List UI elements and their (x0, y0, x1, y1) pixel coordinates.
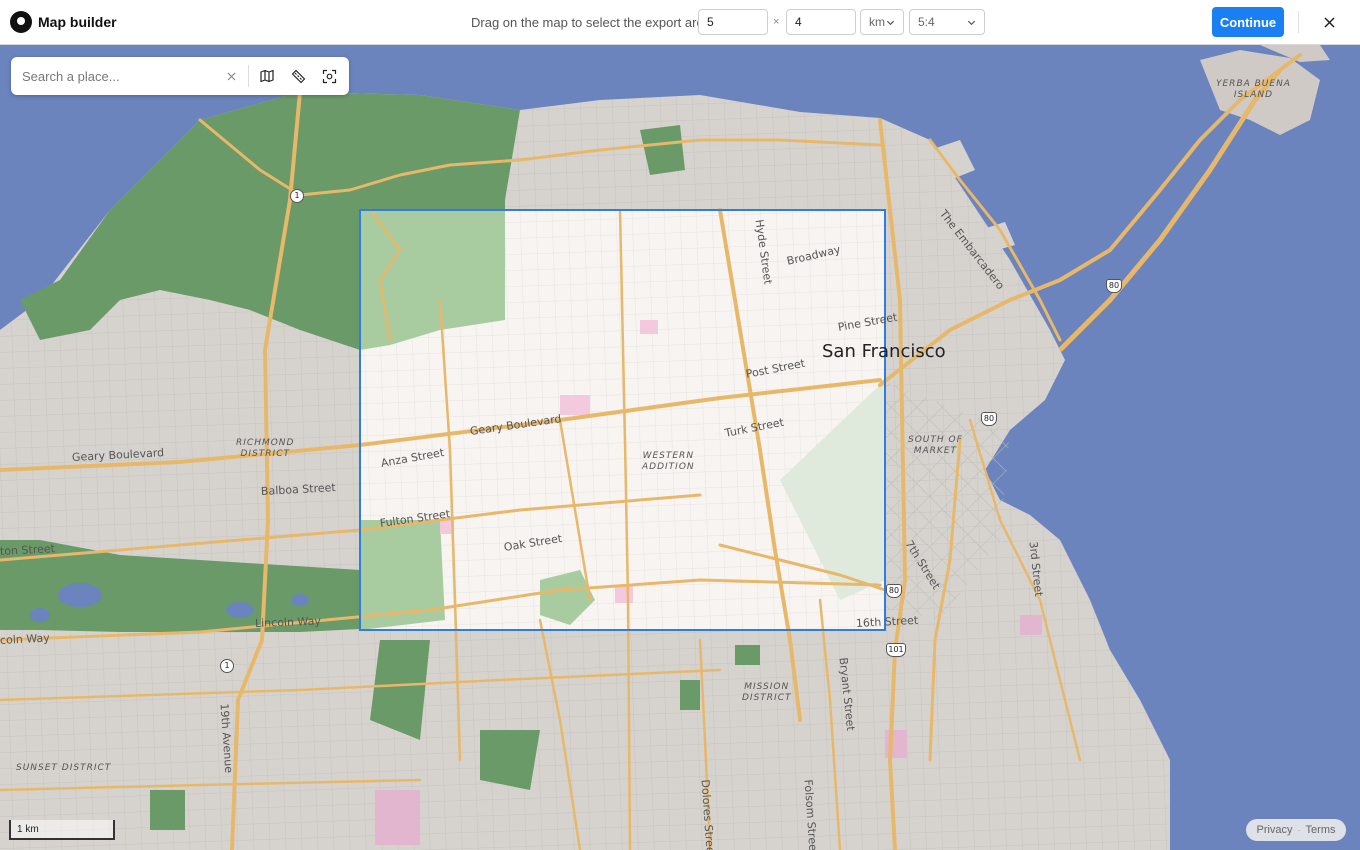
city-label: San Francisco (822, 341, 946, 362)
map-style-icon (260, 69, 274, 83)
interstate-80-shield-icon: 80 (981, 412, 997, 426)
toolbar-divider (248, 65, 249, 87)
chevron-down-icon (967, 20, 976, 25)
fit-selection-button[interactable] (319, 66, 339, 86)
height-input[interactable] (786, 9, 856, 35)
street-label: Lincoln Way (254, 614, 322, 630)
continue-button[interactable]: Continue (1212, 7, 1284, 37)
district-label: SOUTH OF MARKET (908, 435, 963, 457)
highway-1-shield-icon: 1 (290, 189, 304, 203)
district-label-line: MISSION (744, 682, 790, 692)
district-label: RICHMOND DISTRICT (236, 438, 294, 460)
district-label: WESTERN ADDITION (642, 451, 695, 473)
app-logo-icon (10, 11, 32, 33)
district-label: SUNSET DISTRICT (16, 763, 111, 774)
link-separator: · (1297, 825, 1301, 835)
district-label-line: SOUTH OF (908, 435, 963, 445)
district-label: MISSION DISTRICT (742, 682, 791, 704)
close-icon (1323, 16, 1335, 28)
unit-select[interactable]: km (860, 9, 904, 35)
attribution-links: Privacy · Terms (1246, 819, 1346, 841)
close-button[interactable] (1318, 11, 1340, 33)
fit-selection-icon (322, 69, 336, 83)
us-101-shield-icon: 101 (886, 643, 906, 657)
district-label-line: YERBA BUENA (1216, 79, 1291, 89)
aspect-ratio-select[interactable]: 5:4 (909, 9, 985, 35)
map-canvas[interactable]: Geary Boulevard Geary Boulevard Balboa S… (0, 45, 1360, 850)
measure-button[interactable] (288, 66, 308, 86)
interstate-80-shield-icon: 80 (886, 584, 902, 598)
unit-select-value: km (869, 15, 885, 29)
times-symbol: × (773, 16, 780, 28)
selection-rectangle[interactable] (359, 209, 886, 631)
map-style-button[interactable] (257, 66, 277, 86)
terms-link[interactable]: Terms (1306, 824, 1336, 836)
app-title: Map builder (38, 14, 117, 30)
district-label-line: RICHMOND (236, 438, 295, 448)
privacy-link[interactable]: Privacy (1256, 824, 1292, 836)
district-label-line: ADDITION (642, 462, 695, 472)
aspect-ratio-value: 5:4 (918, 15, 935, 29)
highway-1-shield-icon: 1 (220, 659, 234, 673)
scale-bar: 1 km (9, 820, 115, 840)
measure-ruler-icon (291, 69, 305, 83)
top-bar: Map builder Drag on the map to select th… (0, 0, 1360, 45)
search-input[interactable] (15, 62, 215, 90)
district-label-line: ISLAND (1233, 90, 1274, 100)
district-label-line: SUNSET DISTRICT (16, 763, 112, 773)
district-label-line: DISTRICT (240, 449, 290, 459)
selection-hint: Drag on the map to select the export are… (471, 15, 711, 30)
district-label-line: MARKET (913, 446, 958, 456)
street-label: coln Way (0, 631, 51, 647)
chevron-down-icon (886, 20, 895, 25)
search-toolbar (11, 57, 349, 95)
clear-search-button[interactable] (223, 68, 239, 84)
interstate-80-shield-icon: 80 (1106, 279, 1122, 293)
header-divider (1298, 11, 1299, 33)
district-label-line: WESTERN (642, 451, 695, 461)
district-label-line: DISTRICT (742, 693, 792, 703)
district-label: YERBA BUENA ISLAND (1216, 79, 1291, 101)
width-input[interactable] (698, 9, 768, 35)
clear-icon (227, 72, 235, 80)
